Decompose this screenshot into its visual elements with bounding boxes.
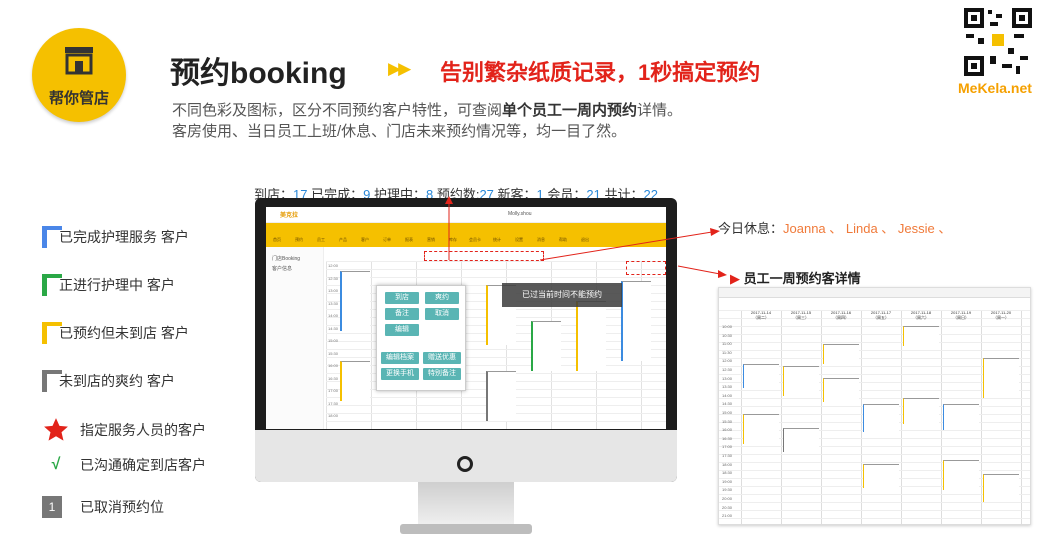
brand-name: 帮你管店 <box>48 90 109 107</box>
screen-time-label: 14:00 <box>328 313 339 318</box>
screen-time-label: 18:00 <box>328 413 339 418</box>
screen-time-label: 12:00 <box>328 263 339 268</box>
store-icon <box>65 47 93 75</box>
no-show-button[interactable]: 爽约 <box>425 292 459 304</box>
monitor-base <box>400 524 532 534</box>
week-time-label: 11:00 <box>722 341 732 347</box>
week-day-header: 2017-11-20 （周一） <box>990 310 1012 320</box>
week-time-label: 17:00 <box>722 444 733 450</box>
edit-button[interactable]: 编辑 <box>385 324 419 336</box>
app-name: 美克拉 <box>280 213 299 219</box>
week-time-label: 18:00 <box>722 461 733 467</box>
legend-cancelled: 1 已取消预约位 <box>42 496 164 518</box>
week-time-label: 13:00 <box>722 375 733 381</box>
week-time-label: 20:00 <box>722 496 733 501</box>
week-day-header: 2017-11-15 （周三） <box>790 310 812 320</box>
annotation-arrows <box>445 196 727 278</box>
week-time-label: 12:30 <box>722 367 733 372</box>
week-time-label: 15:00 <box>722 410 733 415</box>
number-icon: 1 <box>42 496 62 518</box>
power-button-icon <box>457 456 473 472</box>
legend-in-progress: 正进行护理中 客户 <box>42 274 175 296</box>
app-sidebar: 门店Booking 客户信息 <box>266 247 324 429</box>
week-time-label: 20:30 <box>722 504 733 510</box>
sidebar-item-customer[interactable]: 客户信息 <box>272 265 317 272</box>
legend-assigned: 指定服务人员的客户 <box>42 417 206 443</box>
week-time-label: 11:30 <box>722 349 732 355</box>
arrive-button[interactable]: 到店 <box>385 292 419 304</box>
today-off-line: 今日休息：Joanna 、 Linda 、 Jessie 、 <box>718 221 952 236</box>
week-time-label: 14:30 <box>722 401 733 407</box>
legend-no-show: 未到店的爽约 客户 <box>42 370 175 392</box>
week-time-label: 14:00 <box>722 392 733 398</box>
week-time-label: 21:00 <box>722 513 733 519</box>
week-day-header: 2017-11-19 （周日） <box>950 310 972 320</box>
nav-item[interactable]: 员工 <box>310 223 332 243</box>
screen-time-label: 14:30 <box>328 325 339 331</box>
brand-logo: 帮你管店 <box>32 28 126 122</box>
week-time-label: 10:30 <box>722 332 733 338</box>
week-day-header: 2017-11-18 （周六） <box>910 310 932 320</box>
screen-time-label: 13:30 <box>328 300 339 306</box>
edit-profile-button[interactable]: 编辑档案 <box>381 352 419 364</box>
nav-item[interactable]: 预约 <box>288 223 310 243</box>
week-day-header: 2017-11-16 （周四） <box>830 310 852 320</box>
site-url: MeKela.net <box>958 80 1032 96</box>
legend-booked: 已预约但未到店 客户 <box>42 322 189 344</box>
week-time-label: 10:00 <box>722 324 733 329</box>
week-time-label: 16:30 <box>722 435 733 441</box>
subtitle-line-2: 客房使用、当日员工上班/休息、门店未来预约情况等，均一目了然。 <box>172 123 627 140</box>
sidebar-item-booking[interactable]: 门店Booking <box>272 255 317 262</box>
nav-item[interactable]: 首页 <box>266 223 288 243</box>
nav-item[interactable]: 订单 <box>376 223 398 243</box>
nav-item[interactable]: 营销 <box>420 223 442 243</box>
week-title: ▶ 员工一周预约客详情 <box>730 271 861 286</box>
week-panel: 2017-11-14 （周二） 2017-11-15 （周三） 2017-11-16… <box>718 287 1031 525</box>
week-day-header: 2017-11-14 （周二） <box>750 310 772 320</box>
monitor-stand <box>418 482 514 526</box>
check-icon: √ <box>51 456 61 473</box>
toast-message: 已过当前时间不能预约 <box>502 283 622 307</box>
week-day-header: 2017-11-17 （周五） <box>870 310 892 320</box>
legend-completed: 已完成护理服务 客户 <box>42 226 189 248</box>
qr-code-icon <box>964 8 1032 76</box>
week-time-label: 16:00 <box>722 427 733 433</box>
nav-item[interactable]: 产品 <box>332 223 354 243</box>
booking-action-popup: 到店 爽约 备注 取消 编辑 编辑档案 赠送优惠 更换手机 特别备注 <box>376 285 466 391</box>
star-icon <box>44 418 68 441</box>
note-button[interactable]: 备注 <box>385 308 419 320</box>
week-time-label: 19:30 <box>722 487 733 493</box>
week-time-label: 17:30 <box>722 453 733 458</box>
page-title: 预约booking <box>170 57 347 90</box>
screen-time-label: 13:00 <box>328 288 339 293</box>
legend-confirmed: √ 已沟通确定到店客户 <box>42 455 206 475</box>
cancel-button[interactable]: 取消 <box>425 308 459 320</box>
week-time-label: 19:00 <box>722 478 733 484</box>
slogan: 告别繁杂纸质记录，1秒搞定预约 <box>440 60 761 85</box>
subtitle-line-1: 不同色彩及图标，区分不同预约客户特性，可查阅单个员工一周内预约详情。 <box>172 102 683 119</box>
screen-time-label: 16:30 <box>328 375 339 381</box>
screen-time-label: 15:30 <box>328 350 339 356</box>
week-time-label: 12:00 <box>722 358 733 364</box>
week-time-label: 18:30 <box>722 470 733 476</box>
screen-time-label: 12:30 <box>328 275 339 281</box>
double-arrow-icon: ▶▶ <box>388 59 411 78</box>
special-note-button[interactable]: 特别备注 <box>423 368 461 380</box>
gift-coupon-button[interactable]: 赠送优惠 <box>423 352 461 364</box>
screen-time-label: 15:00 <box>328 338 339 343</box>
screen-time-label: 17:00 <box>328 388 339 393</box>
screen-time-label: 17:30 <box>328 400 339 406</box>
nav-item[interactable]: 客户 <box>354 223 376 243</box>
screen-time-label: 16:00 <box>328 363 339 368</box>
week-time-label: 13:30 <box>722 384 733 390</box>
change-phone-button[interactable]: 更换手机 <box>381 368 419 380</box>
nav-item[interactable]: 报表 <box>398 223 420 243</box>
week-time-label: 15:30 <box>722 418 733 424</box>
